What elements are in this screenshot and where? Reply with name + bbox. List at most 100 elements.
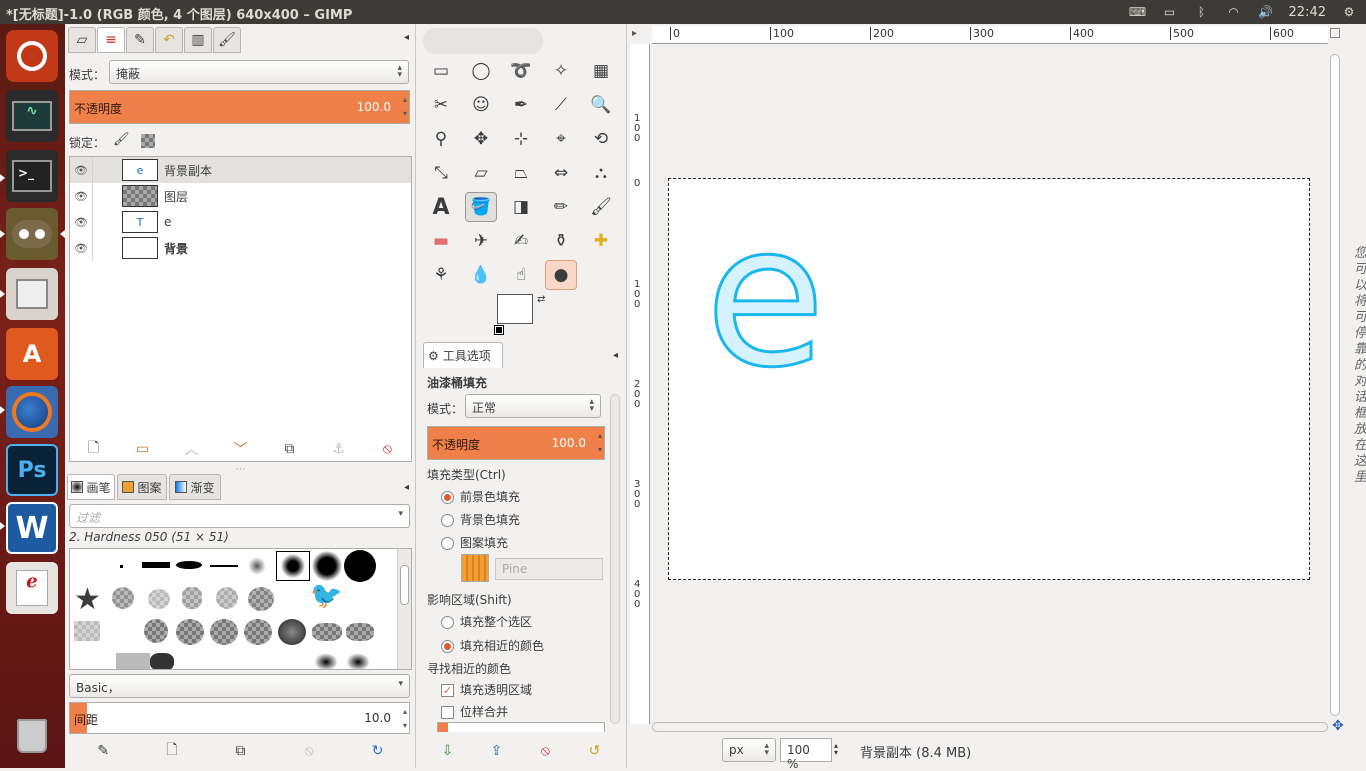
brush-grid-scrollbar[interactable] xyxy=(397,549,411,669)
sample-merged-checkbox[interactable]: 位样合并 xyxy=(441,703,508,720)
layer-name[interactable]: e xyxy=(164,215,171,229)
spin-arrows-icon[interactable]: ▴ ▾ xyxy=(403,705,407,733)
trash-icon[interactable] xyxy=(6,710,58,762)
layer-thumbnail[interactable] xyxy=(122,237,158,259)
brush-item[interactable] xyxy=(210,619,238,645)
brush-item[interactable] xyxy=(116,653,150,669)
vertical-scrollbar[interactable] xyxy=(1330,44,1340,720)
cage-transform-icon[interactable]: ⛬ xyxy=(585,158,617,188)
brush-item[interactable] xyxy=(176,561,202,569)
horizontal-ruler[interactable]: 0 100 200 300 400 500 600 xyxy=(652,26,1328,44)
fill-transparent-checkbox[interactable]: ✓ 填充透明区域 xyxy=(441,681,532,698)
smudge-icon[interactable]: ☝ xyxy=(505,260,537,290)
software-center-icon[interactable]: A xyxy=(6,328,58,380)
layer-thumbnail[interactable]: e xyxy=(122,159,158,181)
navigate-icon[interactable]: ✥ xyxy=(1332,718,1344,734)
clock[interactable]: 22:42 xyxy=(1289,5,1326,20)
tool-options-tab[interactable]: ⚙ 工具选项 xyxy=(423,342,503,368)
blend-icon[interactable]: ◨ xyxy=(505,192,537,222)
move-icon[interactable]: ✥ xyxy=(465,124,497,154)
select-by-color-icon[interactable]: ▦ xyxy=(585,56,617,86)
brush-tab-icon[interactable]: 🖌 xyxy=(213,27,241,53)
layer-mode-select[interactable]: 掩蔽 ▴ ▾ xyxy=(109,60,409,84)
save-options-icon[interactable]: ⇩ xyxy=(437,740,459,762)
flip-icon[interactable]: ⇔ xyxy=(545,158,577,188)
color-picker-icon[interactable]: ⟋ xyxy=(545,90,577,120)
layer-link-toggle[interactable] xyxy=(92,209,122,235)
brush-grid[interactable]: ★ 🐦 xyxy=(69,548,412,670)
measure-icon[interactable]: ⚲ xyxy=(425,124,457,154)
gradient-tab-icon[interactable]: ▥ xyxy=(184,27,212,53)
eraser-icon[interactable]: ▬ xyxy=(425,226,457,256)
default-colors-icon[interactable] xyxy=(494,325,504,335)
tool-options-scrollbar[interactable] xyxy=(610,394,620,724)
dock-menu-icon[interactable]: ◂ xyxy=(404,482,409,493)
visibility-eye-icon[interactable]: 👁 xyxy=(70,164,92,177)
brush-item[interactable] xyxy=(216,587,238,609)
bird-brush-icon[interactable]: 🐦 xyxy=(310,583,342,609)
brush-filter-input[interactable]: 过滤 ▾ xyxy=(69,504,410,528)
scale-icon[interactable]: ⤡ xyxy=(425,158,457,188)
horizontal-scrollbar[interactable] xyxy=(652,722,1328,732)
threshold-slider[interactable] xyxy=(437,722,605,732)
brush-item[interactable] xyxy=(148,589,170,609)
gradients-tab[interactable]: 渐变 xyxy=(169,474,221,500)
fill-similar-colors-radio[interactable]: 填充相近的颜色 xyxy=(441,637,544,654)
files-icon[interactable] xyxy=(6,268,58,320)
ubuntu-dash-icon[interactable] xyxy=(6,30,58,82)
channels-tab-icon[interactable]: ≡ xyxy=(97,27,125,53)
layer-row[interactable]: 👁 e 背景副本 xyxy=(70,157,411,183)
brush-item[interactable] xyxy=(74,621,100,641)
layer-thumbnail[interactable]: T xyxy=(122,211,158,233)
spin-arrows-icon[interactable]: ▴ ▾ xyxy=(403,93,407,121)
gimp-icon[interactable] xyxy=(6,208,58,260)
shear-icon[interactable]: ▱ xyxy=(465,158,497,188)
zoom-fit-icon[interactable] xyxy=(1330,28,1340,38)
brush-item[interactable] xyxy=(314,653,338,669)
brush-item[interactable] xyxy=(346,653,370,669)
anchor-layer-icon[interactable]: ⚓ xyxy=(328,438,350,460)
brush-item[interactable] xyxy=(248,587,274,611)
crop-icon[interactable]: ⌖ xyxy=(545,124,577,154)
brush-item[interactable] xyxy=(210,565,238,567)
bucket-fill-icon[interactable]: 🪣 xyxy=(465,192,497,222)
vertical-ruler[interactable]: 1 0 0 0 1 0 0 2 0 0 3 0 0 4 0 0 xyxy=(630,44,650,724)
new-layer-icon[interactable]: 🗋 xyxy=(83,438,105,460)
fill-pattern-radio[interactable]: 图案填充 xyxy=(441,534,508,551)
unit-select[interactable]: px ▴ ▾ xyxy=(722,738,776,762)
lock-alpha-icon[interactable] xyxy=(141,134,155,148)
visibility-eye-icon[interactable]: 👁 xyxy=(70,242,92,255)
brushes-tab[interactable]: 画笔 xyxy=(67,474,115,500)
fill-fg-radio[interactable]: 前景色填充 xyxy=(441,488,520,505)
brush-item[interactable] xyxy=(312,551,342,581)
duplicate-brush-icon[interactable]: ⧉ xyxy=(229,740,251,762)
brush-item-selected[interactable] xyxy=(276,551,310,581)
fuzzy-select-icon[interactable]: ✧ xyxy=(545,56,577,86)
star-brush-icon[interactable]: ★ xyxy=(74,585,101,615)
dock-menu-icon[interactable]: ◂ xyxy=(613,350,618,361)
layer-row[interactable]: 👁 图层 xyxy=(70,183,411,209)
brush-item[interactable] xyxy=(176,619,204,645)
fill-whole-selection-radio[interactable]: 填充整个选区 xyxy=(441,613,532,630)
brush-item[interactable] xyxy=(346,623,374,641)
brush-item[interactable] xyxy=(144,619,168,643)
layer-thumbnail[interactable] xyxy=(122,185,158,207)
document-viewer-icon[interactable]: ℯ xyxy=(6,562,58,614)
paths-tab-icon[interactable]: ✎ xyxy=(126,27,154,53)
terminal-icon[interactable]: >_ xyxy=(6,150,58,202)
photoshop-icon[interactable]: Ps xyxy=(6,444,58,496)
lower-layer-icon[interactable]: ﹀ xyxy=(230,438,252,460)
raise-layer-icon[interactable]: ︿ xyxy=(181,438,203,460)
bluetooth-icon[interactable]: ᛒ xyxy=(1193,5,1211,19)
brush-spacing-slider[interactable]: 间距 10.0 ▴ ▾ xyxy=(69,702,410,734)
ellipse-select-icon[interactable]: ◯ xyxy=(465,56,497,86)
brush-item[interactable] xyxy=(112,587,134,609)
layer-name[interactable]: 背景 xyxy=(164,240,188,257)
swap-colors-icon[interactable]: ⇄ xyxy=(537,294,545,305)
layer-name[interactable]: 背景副本 xyxy=(164,162,212,179)
fill-bg-radio[interactable]: 背景色填充 xyxy=(441,511,520,528)
wifi-icon[interactable]: ◠ xyxy=(1225,5,1243,19)
dodge-burn-icon[interactable]: ● xyxy=(545,260,577,290)
heal-icon[interactable]: ✚ xyxy=(585,226,617,256)
zoom-icon[interactable]: 🔍 xyxy=(585,90,617,120)
